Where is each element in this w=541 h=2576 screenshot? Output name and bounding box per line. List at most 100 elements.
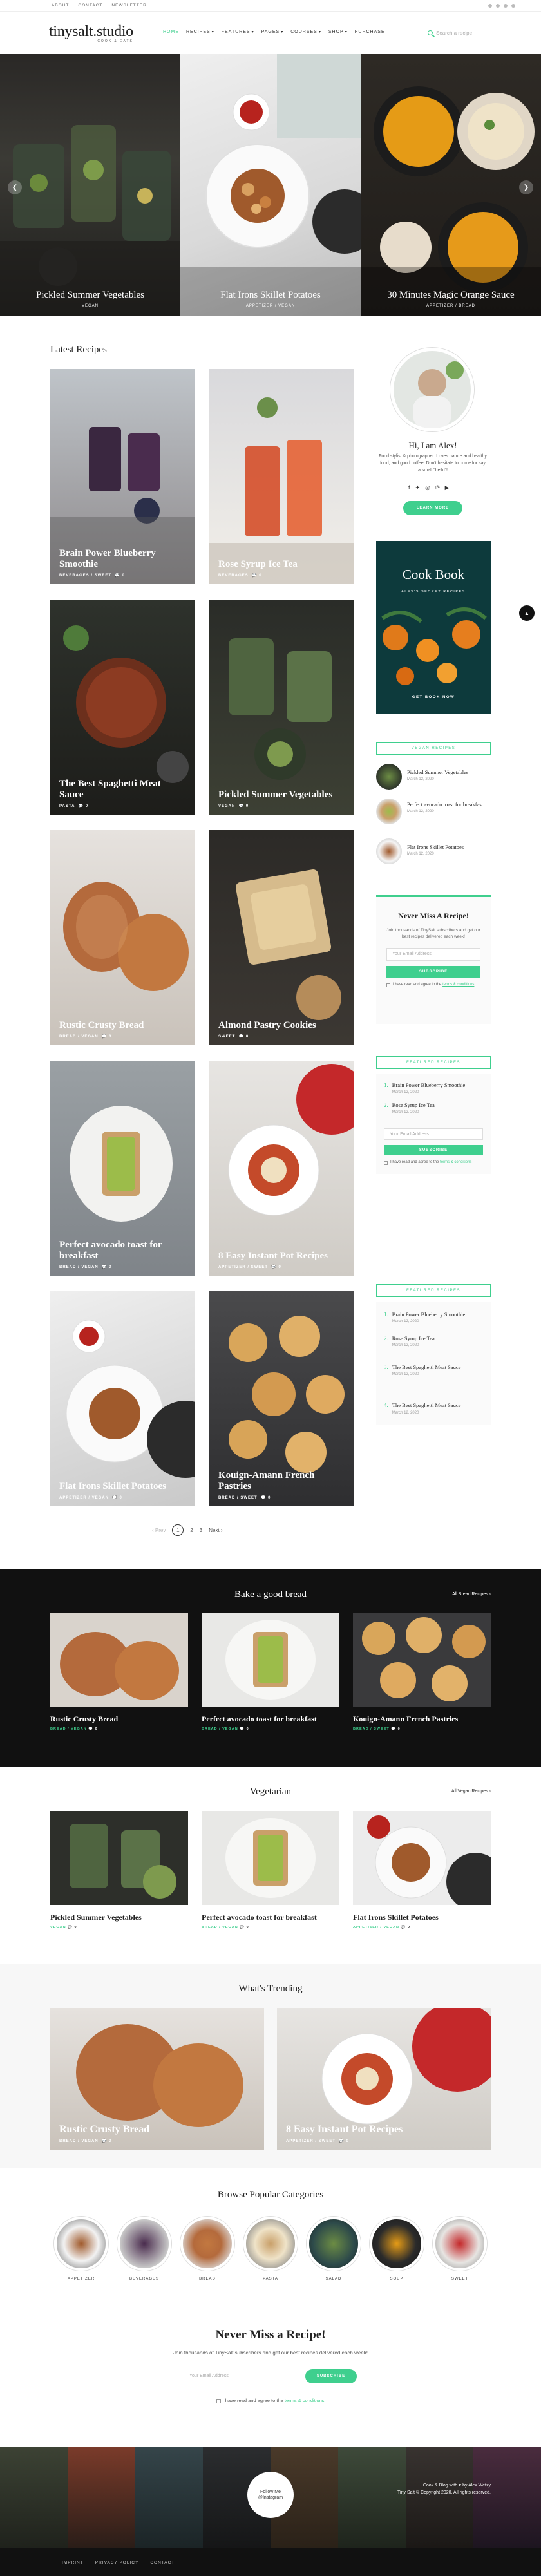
topbar-about-link[interactable]: About	[52, 3, 69, 8]
hero-title[interactable]: Flat Irons Skillet Potatoes	[180, 290, 361, 301]
pagination-page[interactable]: 2	[190, 1528, 193, 1533]
scroll-top-button[interactable]: ▲	[519, 605, 535, 621]
featured-item[interactable]: 2. Rose Syrup Ice Tea March 12, 2020	[384, 1102, 483, 1114]
twitter-icon[interactable]: ✦	[415, 484, 421, 491]
vegan-recipe-item[interactable]: Perfect avocado toast for breakfast March…	[376, 799, 491, 824]
bread-card-title[interactable]: Perfect avocado toast for breakfast	[202, 1714, 317, 1724]
category-soup[interactable]: Soup	[370, 2217, 424, 2281]
category-pasta[interactable]: Pasta	[243, 2217, 298, 2281]
footer-contact-link[interactable]: Contact	[150, 2561, 175, 2565]
vegan-recipe-item[interactable]: Pickled Summer Vegetables March 12, 2020	[376, 764, 491, 790]
category-sweet[interactable]: Sweet	[433, 2217, 487, 2281]
hero-slide[interactable]: Flat Irons Skillet Potatoes APPETIZER / …	[180, 54, 361, 316]
topbar-contact-link[interactable]: Contact	[78, 3, 102, 8]
pagination-next[interactable]: Next ›	[209, 1528, 222, 1533]
get-book-button[interactable]: GET BOOK NOW	[376, 696, 491, 699]
subscribe-button[interactable]: SUBSCRIBE	[305, 2369, 357, 2383]
instagram-photo[interactable]	[406, 2447, 473, 2548]
category-bread[interactable]: Bread	[180, 2217, 234, 2281]
pagination-page[interactable]: 3	[200, 1528, 202, 1533]
recipe-card[interactable]: The Best Spaghetti Meat Sauce PASTA 💬 0	[50, 600, 195, 815]
bread-card-title[interactable]: Rustic Crusty Bread	[50, 1714, 118, 1724]
footer-imprint-link[interactable]: Imprint	[62, 2561, 84, 2565]
newsletter-email-input[interactable]: Your Email Address	[184, 2369, 304, 2383]
terms-link[interactable]: terms & conditions	[442, 983, 474, 987]
bread-card[interactable]	[353, 1613, 491, 1707]
nav-recipes[interactable]: Recipes ▾	[186, 30, 214, 34]
youtube-icon[interactable]: ▶	[445, 484, 450, 491]
instagram-icon[interactable]	[511, 3, 515, 8]
nav-courses[interactable]: Courses ▾	[290, 30, 321, 34]
bread-card-title[interactable]: Kouign-Amann French Pastries	[353, 1714, 458, 1724]
category-appetizer[interactable]: Appetizer	[54, 2217, 108, 2281]
nav-purchase[interactable]: Purchase	[355, 30, 385, 34]
all-vegan-link[interactable]: All Vegan Recipes ›	[451, 1789, 491, 1794]
hero-slide[interactable]: Pickled Summer Vegetables VEGAN	[0, 54, 180, 316]
featured-item[interactable]: 2. Rose Syrup Ice Tea March 12, 2020	[384, 1335, 483, 1347]
nav-pages[interactable]: Pages ▾	[261, 30, 284, 34]
nav-features[interactable]: Features ▾	[222, 30, 254, 34]
facebook-icon[interactable]: f	[408, 484, 410, 491]
hero-category[interactable]: APPETIZER / BREAD	[361, 304, 541, 308]
topbar-newsletter-link[interactable]: Newsletter	[111, 3, 146, 8]
instagram-photo[interactable]	[473, 2447, 541, 2548]
instagram-icon[interactable]: ◎	[425, 484, 430, 491]
hero-category[interactable]: APPETIZER / VEGAN	[180, 304, 361, 308]
category-salad[interactable]: Salad	[307, 2217, 361, 2281]
instagram-follow-badge[interactable]: Follow Me @Instagram	[247, 2472, 294, 2518]
terms-link[interactable]: terms & conditions	[285, 2398, 325, 2403]
vegetarian-card-title[interactable]: Flat Irons Skillet Potatoes	[353, 1913, 439, 1922]
newsletter-email-input[interactable]: Your Email Address	[384, 1128, 483, 1141]
cook-book-widget[interactable]: Cook Book ALEX'S SECRET RECIPES GET BOOK…	[376, 541, 491, 714]
twitter-icon[interactable]	[496, 3, 500, 8]
instagram-photo[interactable]	[338, 2447, 406, 2548]
trending-card[interactable]: Rustic Crusty Bread BREAD / VEGAN 💬 0	[50, 2008, 264, 2150]
bread-card[interactable]	[50, 1613, 188, 1707]
vegetarian-card[interactable]	[202, 1811, 339, 1905]
nav-home[interactable]: Home	[163, 30, 179, 34]
hero-category[interactable]: VEGAN	[0, 304, 180, 308]
learn-more-button[interactable]: LEARN MORE	[403, 501, 462, 515]
trending-card[interactable]: 8 Easy Instant Pot Recipes APPETIZER / S…	[277, 2008, 491, 2150]
pagination-page-current[interactable]: 1	[172, 1524, 184, 1536]
footer-privacy-link[interactable]: Privacy Policy	[95, 2561, 139, 2565]
featured-item[interactable]: 1. Brain Power Blueberry Smoothie March 1…	[384, 1311, 483, 1323]
hero-title[interactable]: 30 Minutes Magic Orange Sauce	[361, 290, 541, 301]
all-bread-link[interactable]: All Bread Recipes ›	[452, 1592, 491, 1596]
recipe-card[interactable]: Rustic Crusty Bread BREAD / VEGAN 💬 0	[50, 830, 195, 1045]
vegetarian-card-title[interactable]: Perfect avocado toast for breakfast	[202, 1913, 317, 1922]
vegan-recipe-item[interactable]: Flat Irons Skillet Potatoes March 12, 202…	[376, 838, 491, 864]
consent-checkbox[interactable]	[216, 2398, 222, 2403]
recipe-card[interactable]: Brain Power Blueberry Smoothie BEVERAGES…	[50, 369, 195, 584]
vegetarian-card[interactable]	[50, 1811, 188, 1905]
recipe-card[interactable]: Almond Pastry Cookies SWEET 💬 0	[209, 830, 354, 1045]
category-beverages[interactable]: Beverages	[117, 2217, 171, 2281]
consent-checkbox[interactable]	[386, 983, 390, 987]
pinterest-icon[interactable]: ℗	[435, 484, 440, 491]
recipe-card[interactable]: Perfect avocado toast for breakfast BREA…	[50, 1061, 195, 1276]
featured-item[interactable]: 4. The Best Spaghetti Meat Sauce March 12…	[384, 1402, 483, 1414]
subscribe-button[interactable]: SUBSCRIBE	[386, 965, 480, 978]
recipe-card[interactable]: Kouign-Amann French Pastries BREAD / SWE…	[209, 1291, 354, 1506]
slider-next-arrow-icon[interactable]: ❯	[519, 180, 533, 194]
pinterest-icon[interactable]	[504, 3, 508, 8]
featured-item[interactable]: 1. Brain Power Blueberry Smoothie March 1…	[384, 1082, 483, 1094]
search-box[interactable]: Search a recipe	[428, 27, 492, 39]
instagram-photo[interactable]	[0, 2447, 68, 2548]
newsletter-email-input[interactable]: Your Email Address	[386, 947, 480, 961]
vegetarian-card-title[interactable]: Pickled Summer Vegetables	[50, 1913, 142, 1922]
bread-card[interactable]	[202, 1613, 339, 1707]
slider-prev-arrow-icon[interactable]: ❮	[8, 180, 22, 194]
hero-title[interactable]: Pickled Summer Vegetables	[0, 290, 180, 301]
pagination-prev[interactable]: ‹ Prev	[152, 1528, 166, 1533]
facebook-icon[interactable]	[488, 3, 492, 8]
instagram-photo[interactable]	[68, 2447, 135, 2548]
terms-link[interactable]: terms & conditions	[440, 1160, 471, 1164]
nav-shop[interactable]: Shop ▾	[328, 30, 348, 34]
site-logo[interactable]: tinysalt.studio COOK & EATS	[49, 23, 133, 43]
recipe-card[interactable]: Flat Irons Skillet Potatoes APPETIZER / …	[50, 1291, 195, 1506]
featured-item[interactable]: 3. The Best Spaghetti Meat Sauce March 12…	[384, 1364, 483, 1376]
consent-checkbox[interactable]	[384, 1161, 388, 1166]
recipe-card[interactable]: Pickled Summer Vegetables VEGAN 💬 0	[209, 600, 354, 815]
instagram-photo[interactable]	[135, 2447, 203, 2548]
